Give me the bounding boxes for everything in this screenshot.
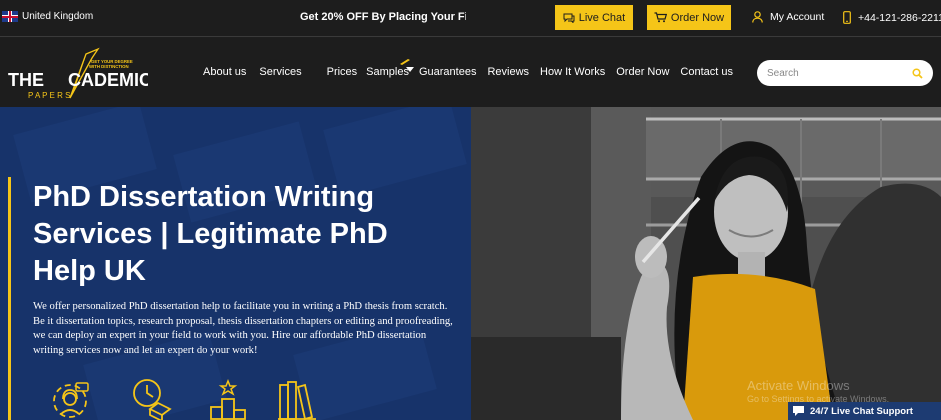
nav-contact-us[interactable]: Contact us [680, 66, 733, 78]
podium-award-icon [210, 378, 246, 420]
order-now-button[interactable]: Order Now [647, 5, 731, 30]
support-agent-icon [53, 382, 89, 418]
promo-banner: Get 20% OFF By Placing Your First Order [300, 11, 466, 23]
svg-text:THE: THE [8, 70, 44, 90]
my-account-link[interactable]: My Account [752, 11, 824, 23]
books-icon [278, 381, 316, 420]
deadline-clock-icon [133, 379, 172, 420]
watermark-line-1: Activate Windows [747, 378, 850, 393]
nav-samples[interactable]: Samples [366, 66, 409, 78]
phone-link[interactable]: +44-121-286-2211 [843, 11, 941, 24]
nav-services[interactable]: Services [259, 66, 301, 78]
hero-title: PhD Dissertation Writing Services | Legi… [33, 181, 388, 287]
user-icon [752, 11, 763, 23]
phone-number: +44-121-286-2211 [858, 11, 941, 24]
nav-order-now[interactable]: Order Now [616, 66, 669, 78]
nav-guarantees[interactable]: Guarantees [419, 66, 476, 78]
hero-photo [471, 107, 941, 420]
svg-text:CADEMIC: CADEMIC [68, 70, 148, 90]
country-label: United Kingdom [22, 11, 94, 22]
live-chat-label: Live Chat [578, 11, 626, 24]
hero-accent-line [8, 177, 11, 420]
order-now-label: Order Now [670, 11, 725, 24]
student-photo-image [471, 107, 941, 420]
hero-description: We offer personalized PhD dissertation h… [33, 301, 453, 356]
windows-activation-watermark: Activate Windows Go to Settings to activ… [747, 378, 889, 404]
nav-reviews[interactable]: Reviews [487, 66, 529, 78]
top-bar: United Kingdom Get 20% OFF By Placing Yo… [0, 0, 941, 37]
cart-icon [654, 12, 667, 23]
live-chat-support-label: 24/7 Live Chat Support [810, 405, 913, 417]
chat-bubble-icon [563, 13, 575, 23]
live-chat-support-button[interactable]: 24/7 Live Chat Support [788, 402, 941, 420]
live-chat-button[interactable]: Live Chat [555, 5, 633, 30]
site-logo[interactable]: GET YOUR DEGREE WITH DISTINCTION THE CAD… [8, 46, 148, 101]
svg-text:WITH DISTINCTION: WITH DISTINCTION [89, 64, 129, 69]
main-navbar: GET YOUR DEGREE WITH DISTINCTION THE CAD… [0, 38, 941, 107]
svg-text:P A P E R S: P A P E R S [28, 91, 70, 100]
mobile-phone-icon [843, 11, 851, 24]
chat-icon [793, 406, 804, 416]
samples-pen-icon [400, 59, 410, 65]
my-account-label: My Account [770, 11, 825, 23]
uk-flag-icon [2, 11, 18, 22]
country-selector[interactable]: United Kingdom [2, 11, 93, 22]
nav-prices[interactable]: Prices [327, 66, 358, 78]
search-input[interactable] [767, 67, 912, 79]
nav-about-us[interactable]: About us [203, 66, 246, 78]
nav-how-it-works[interactable]: How It Works [540, 66, 605, 78]
primary-nav: About us Services Prices Samples Guarant… [203, 59, 733, 78]
search-icon[interactable] [912, 67, 923, 79]
search-box [757, 60, 933, 86]
hero-section: PhD Dissertation Writing Services | Legi… [0, 107, 941, 420]
